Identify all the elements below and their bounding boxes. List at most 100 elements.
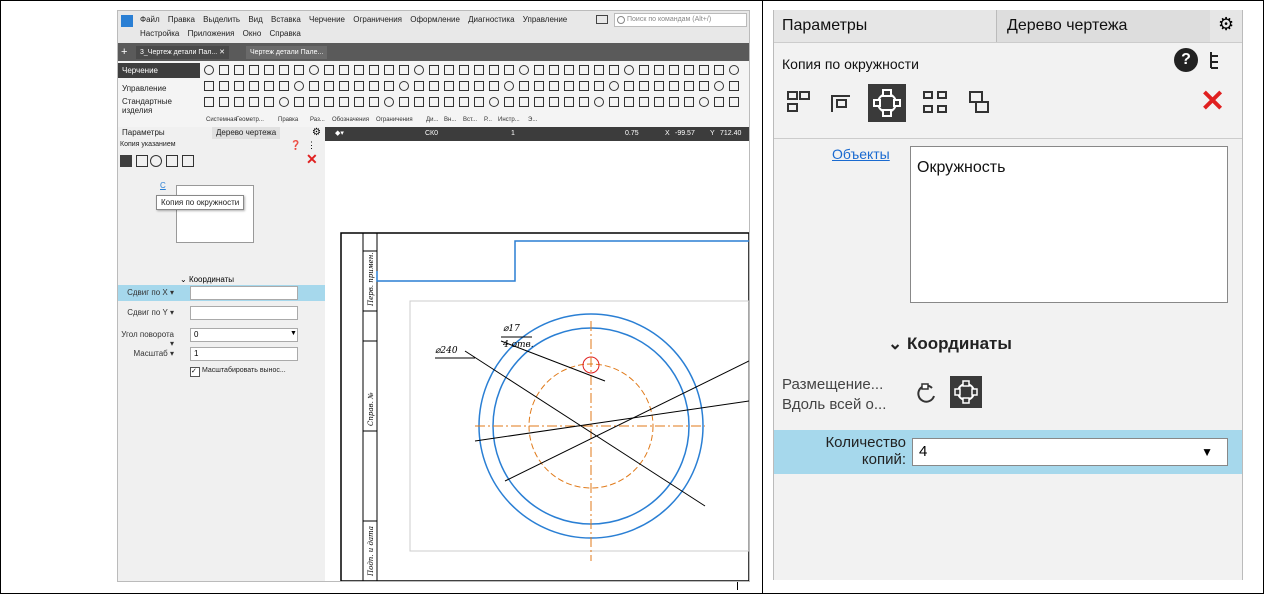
left-tree-icon[interactable]: ⋮ [307,140,316,151]
left-mode-btn-4[interactable] [166,155,178,167]
right-tab-params[interactable]: Параметры [782,10,867,42]
menu-select[interactable]: Выделить [203,15,240,24]
ribbon-tool-icon[interactable] [414,65,424,75]
ribbon-tool-icon[interactable] [594,81,604,91]
ribbon-tool-icon[interactable] [429,81,439,91]
ribbon-tool-icon[interactable] [309,81,319,91]
ribbon-tool-icon[interactable] [249,65,259,75]
ribbon-tool-icon[interactable] [489,65,499,75]
left-angle-label[interactable]: Угол поворота ▾ [118,330,174,348]
ribbon-tool-icon[interactable] [564,81,574,91]
ribbon-tool-icon[interactable] [369,97,379,107]
ribbon-tool-icon[interactable] [669,97,679,107]
tb-notation[interactable]: Обозначения [332,117,369,123]
ribbon-tool-icon[interactable] [234,97,244,107]
left-shift-x-label[interactable]: Сдвиг по X ▾ [118,288,174,297]
placement-full-circle-icon[interactable] [950,376,982,408]
menu-settings[interactable]: Настройка [140,29,179,38]
left-mode-btn-2[interactable] [136,155,148,167]
ribbon-tool-icon[interactable] [474,97,484,107]
ribbon-tool-icon[interactable] [474,65,484,75]
ribbon-tool-icon[interactable] [519,65,529,75]
ribbon-tool-icon[interactable] [309,97,319,107]
ribbon-tool-icon[interactable] [534,65,544,75]
copy-along-curve-icon[interactable] [824,86,858,120]
ribbon-tool-icon[interactable] [339,97,349,107]
right-help-icon[interactable]: ? [1174,48,1198,72]
menu-constraints[interactable]: Ограничения [353,15,402,24]
ribbon-tool-icon[interactable] [579,65,589,75]
tb-ins[interactable]: Вст... [463,117,477,123]
view-arrow-icon[interactable]: ◆▾ [335,127,344,141]
ribbon-tool-icon[interactable] [519,81,529,91]
command-search-input[interactable]: Поиск по командам (Alt+/) [614,13,747,27]
ribbon-tool-icon[interactable] [234,81,244,91]
left-tab-tree[interactable]: Дерево чертежа [212,127,281,139]
left-shift-x-input[interactable] [190,286,298,300]
ribbon-tool-icon[interactable] [699,65,709,75]
ribbon-tool-icon[interactable] [369,81,379,91]
tb-system[interactable]: Системная [206,117,237,123]
objects-link[interactable]: Объекты [832,146,890,162]
tb-di[interactable]: Ди... [426,117,438,123]
menu-file[interactable]: Файл [140,15,160,24]
view-step[interactable]: 1 [511,127,515,141]
ribbon-tool-icon[interactable] [669,81,679,91]
ribbon-tool-icon[interactable] [489,97,499,107]
ribbon-tool-icon[interactable] [279,81,289,91]
placement-partial-arc-icon[interactable] [912,380,940,408]
ribbon-tool-icon[interactable] [354,81,364,91]
ribbon-tool-icon[interactable] [729,65,739,75]
drawing-canvas[interactable]: ⌀17 4 отв. ⌀240 Перв. примен. Справ. № П… [325,141,749,581]
ribbon-tool-icon[interactable] [564,65,574,75]
count-select[interactable]: 4 ▼ [912,438,1228,466]
menu-window[interactable]: Окно [243,29,262,38]
ribbon-tool-icon[interactable] [309,65,319,75]
ribbon-tool-icon[interactable] [579,81,589,91]
tb-dim[interactable]: Раз... [310,117,325,123]
view-ck[interactable]: СК0 [425,127,438,141]
copy-parallel-mode-icon[interactable] [962,86,996,120]
ribbon-tool-icon[interactable] [714,81,724,91]
ribbon-tool-icon[interactable] [399,65,409,75]
menu-apps[interactable]: Приложения [188,29,235,38]
ribbon-tool-icon[interactable] [504,81,514,91]
left-objects-box[interactable] [176,185,254,243]
ribbon-tool-icon[interactable] [594,65,604,75]
ribbon-tool-icon[interactable] [249,81,259,91]
ribbon-tool-icon[interactable] [639,81,649,91]
tb-vn[interactable]: Вн... [444,117,456,123]
ribbon-tool-icon[interactable] [204,97,214,107]
ribbon-tool-icon[interactable] [219,65,229,75]
ribbon-tool-icon[interactable] [459,97,469,107]
left-tab-params[interactable]: Параметры [118,127,169,139]
left-shift-y-label[interactable]: Сдвиг по Y ▾ [118,308,174,317]
close-icon[interactable]: ✕ [1200,84,1225,119]
right-tree-icon[interactable] [1208,50,1224,72]
coords-header[interactable]: ⌄ Координаты [888,334,1012,354]
ribbon-tool-icon[interactable] [684,97,694,107]
ribbon-tool-icon[interactable] [204,65,214,75]
ribbon-tool-icon[interactable] [579,97,589,107]
left-objects-link[interactable]: С [160,181,166,190]
ribbon-tool-icon[interactable] [534,97,544,107]
menu-insert[interactable]: Вставка [271,15,301,24]
ribbon-tool-icon[interactable] [414,97,424,107]
copy-linear-mode-icon[interactable] [782,86,816,120]
ribbon-tool-icon[interactable] [624,97,634,107]
ribbon-tool-icon[interactable] [699,81,709,91]
menu-diagnostics[interactable]: Диагностика [468,15,514,24]
left-help-icon[interactable]: ❓ [290,140,301,151]
ribbon-tool-icon[interactable] [384,65,394,75]
ribbon-tool-icon[interactable] [279,97,289,107]
new-tab-plus-icon[interactable]: + [121,46,131,58]
left-gear-icon[interactable]: ⚙ [312,127,324,139]
ribbon-tool-icon[interactable] [489,81,499,91]
ribbon-tool-icon[interactable] [294,81,304,91]
ribbon-tool-icon[interactable] [429,65,439,75]
ribbon-tool-icon[interactable] [384,81,394,91]
ribbon-tool-icon[interactable] [384,97,394,107]
ribbon-tool-icon[interactable] [504,97,514,107]
ribbon-tool-icon[interactable] [684,81,694,91]
ribbon-tool-icon[interactable] [519,97,529,107]
